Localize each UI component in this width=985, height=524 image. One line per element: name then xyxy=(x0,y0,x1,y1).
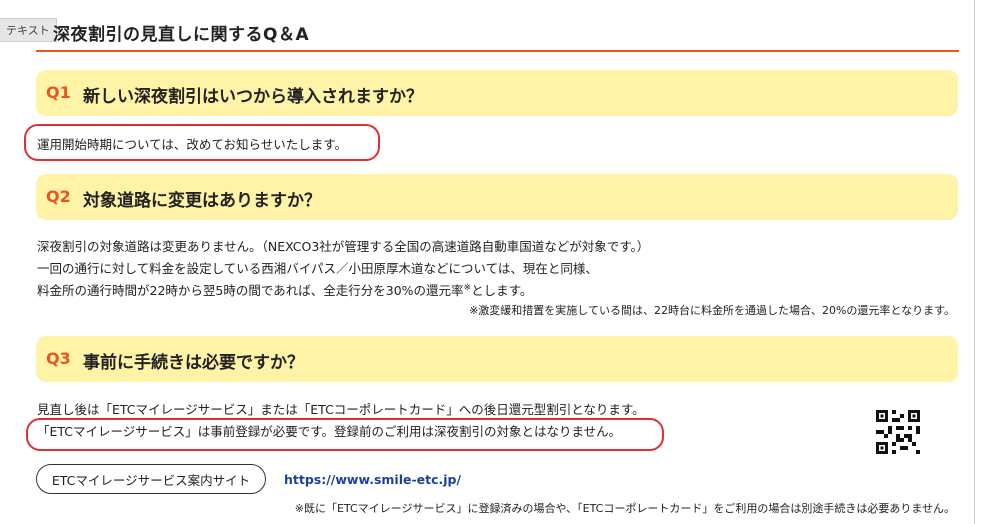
note-q3: ※既に「ETCマイレージサービス」に登録済みの場合や、「ETCコーポレートカード… xyxy=(294,502,955,515)
smile-etc-link[interactable]: https://www.smile-etc.jp/ xyxy=(284,472,461,487)
question-q1: Q1 新しい深夜割引はいつから導入されますか？ xyxy=(36,70,958,116)
highlight-circle-q1 xyxy=(24,124,380,161)
question-number: Q3 xyxy=(46,349,71,368)
question-q2: Q2 対象道路に変更はありますか？ xyxy=(36,174,958,220)
etc-mileage-site-button[interactable]: ETCマイレージサービス案内サイト xyxy=(36,464,266,494)
highlight-circle-q3 xyxy=(26,418,664,451)
question-number: Q2 xyxy=(46,187,71,206)
footnote-mark: ※ xyxy=(463,282,472,293)
answer-q2-line3-text: 料金所の通行時間が22時から翌5時の間であれば、全走行分を30%の還元率 xyxy=(37,283,464,298)
question-text: 事前に手続きは必要ですか？ xyxy=(83,353,304,373)
qr-code-icon xyxy=(876,410,920,454)
answer-q2-line3-end: とします。 xyxy=(471,283,533,298)
answer-q2-line1: 深夜割引の対象道路は変更ありません。（NEXCO3社が管理する全国の高速道路自動… xyxy=(37,239,650,254)
page-title: 深夜割引の見直しに関するQ＆A xyxy=(53,25,310,45)
note-q2: ※激変緩和措置を実施している間は、22時台に料金所を通過した場合、20%の還元率… xyxy=(469,304,955,317)
question-text: 新しい深夜割引はいつから導入されますか？ xyxy=(83,87,423,107)
question-q3: Q3 事前に手続きは必要ですか？ xyxy=(36,336,958,382)
question-text: 対象道路に変更はありますか？ xyxy=(83,191,321,211)
text-tag: テキスト xyxy=(0,18,57,42)
title-rule xyxy=(36,50,959,52)
question-number: Q1 xyxy=(46,83,71,102)
answer-q2-line3: 料金所の通行時間が22時から翌5時の間であれば、全走行分を30%の還元率※としま… xyxy=(37,280,532,302)
answer-q2-line2: 一回の通行に対して料金を設定している西湘バイパス／小田原厚木道などについては、現… xyxy=(37,261,598,276)
